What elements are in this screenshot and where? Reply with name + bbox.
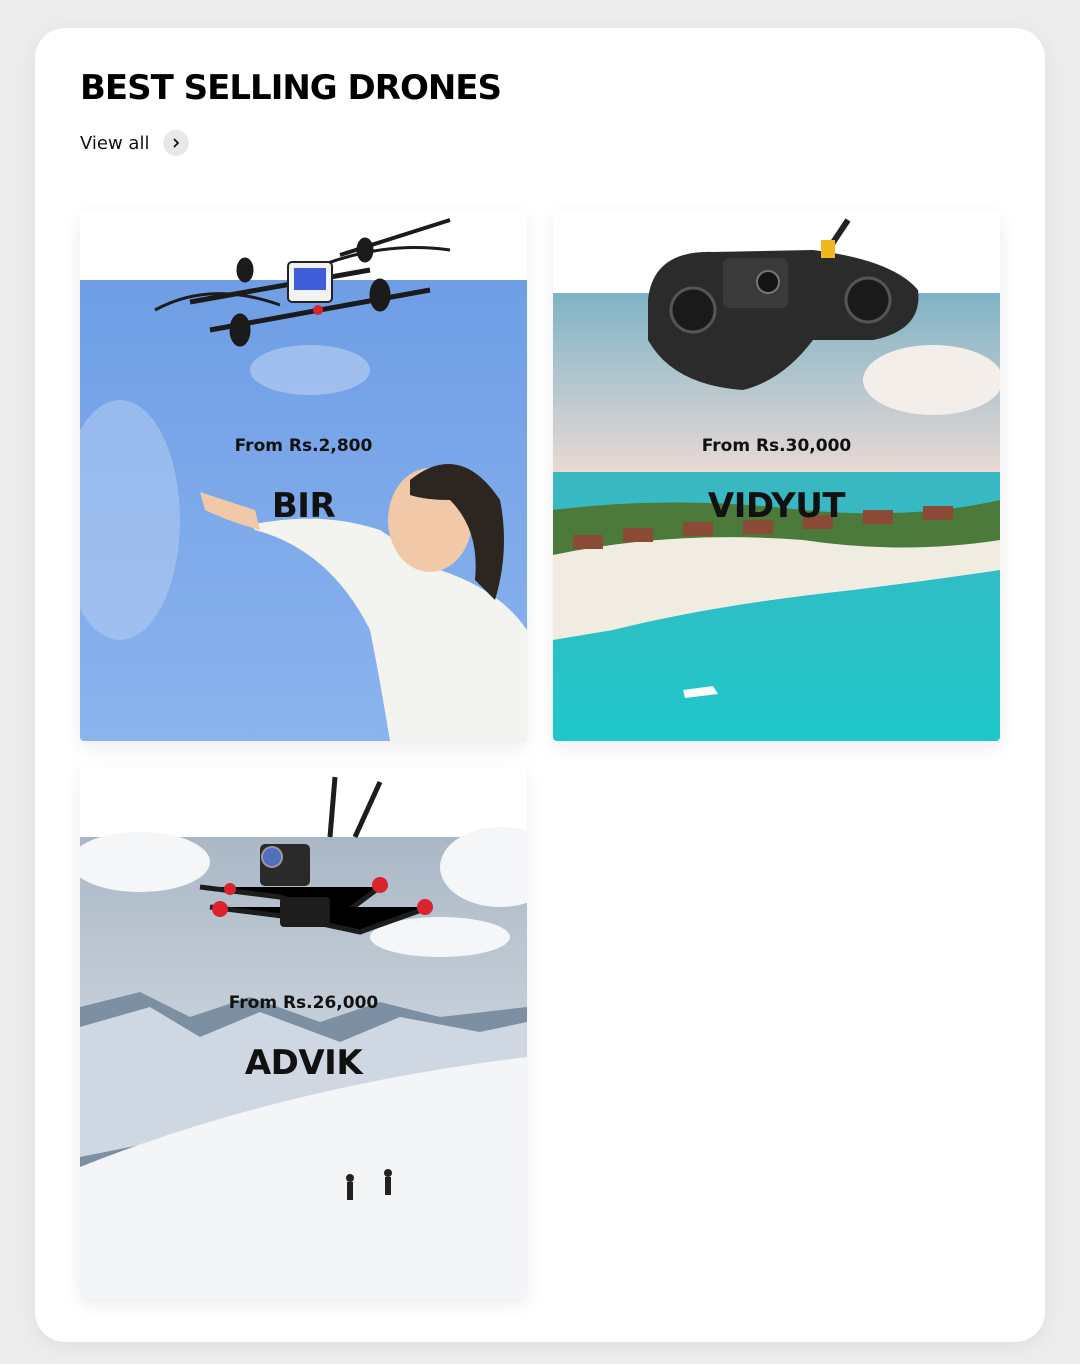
product-card-vidyut[interactable]: From Rs.30,000 VIDYUT — [553, 210, 1000, 741]
product-card-bir[interactable]: From Rs.2,800 BIR — [80, 210, 527, 741]
product-price: From Rs.30,000 — [701, 436, 852, 456]
product-image-vidyut — [553, 218, 1000, 741]
chevron-right-icon[interactable] — [163, 130, 190, 156]
view-all-label: View all — [80, 132, 150, 154]
product-image-advik — [80, 776, 527, 1298]
product-name: ADVIK — [244, 1043, 363, 1083]
product-price: From Rs.26,000 — [228, 993, 379, 1013]
section-title: BEST SELLING DRONES — [80, 68, 502, 108]
product-price: From Rs.2,800 — [234, 436, 373, 456]
product-name: BIR — [271, 486, 336, 526]
product-card-advik[interactable]: From Rs.26,000 ADVIK — [80, 767, 527, 1298]
view-all-link[interactable]: View all — [80, 130, 190, 156]
product-name: VIDYUT — [707, 486, 846, 526]
product-image-bir — [80, 218, 527, 741]
